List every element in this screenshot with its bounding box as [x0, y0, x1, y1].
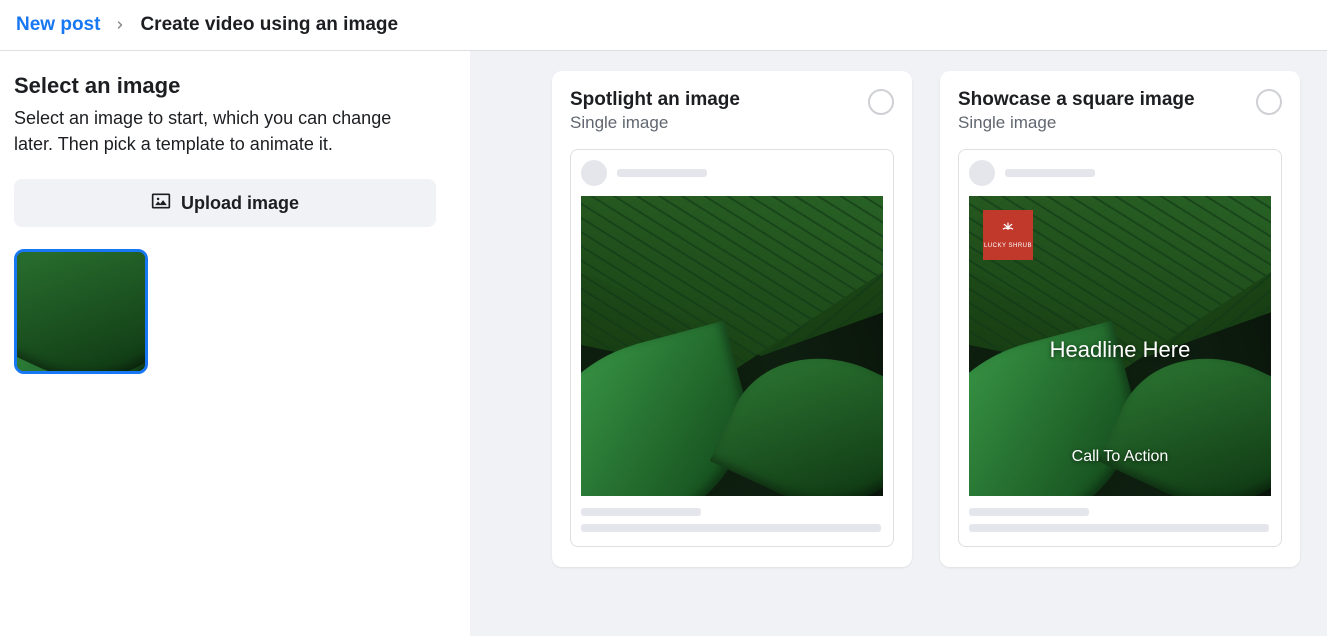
plant-image [17, 252, 145, 371]
template-title: Spotlight an image [570, 89, 740, 111]
chevron-right-icon [114, 19, 126, 31]
text-placeholder [617, 169, 707, 177]
template-radio[interactable] [868, 89, 894, 115]
template-subtitle: Single image [570, 113, 740, 133]
selected-image-thumbnail[interactable] [14, 249, 148, 374]
overlay-headline: Headline Here [969, 337, 1271, 363]
upload-image-label: Upload image [181, 193, 299, 214]
text-placeholder [581, 524, 881, 532]
template-card-showcase-square[interactable]: Showcase a square image Single image [940, 71, 1300, 567]
template-preview: LUCKY SHRUB Headline Here Call To Action [958, 149, 1282, 547]
logo-text: LUCKY SHRUB [984, 243, 1032, 249]
template-subtitle: Single image [958, 113, 1195, 133]
avatar-placeholder-icon [581, 160, 607, 186]
template-title: Showcase a square image [958, 89, 1195, 111]
text-placeholder [969, 508, 1089, 516]
text-placeholder [1005, 169, 1095, 177]
breadcrumb-current: Create video using an image [140, 14, 398, 36]
left-panel: Select an image Select an image to start… [0, 51, 470, 636]
text-placeholder [969, 524, 1269, 532]
breadcrumb-new-post-link[interactable]: New post [16, 14, 100, 36]
logo-badge: LUCKY SHRUB [983, 210, 1033, 260]
text-placeholder [581, 508, 701, 516]
template-card-spotlight[interactable]: Spotlight an image Single image [552, 71, 912, 567]
breadcrumb: New post Create video using an image [0, 0, 1327, 51]
template-radio[interactable] [1256, 89, 1282, 115]
preview-image [581, 196, 883, 496]
select-image-title: Select an image [14, 73, 454, 99]
image-icon [151, 191, 171, 216]
select-image-description: Select an image to start, which you can … [14, 105, 434, 157]
overlay-cta: Call To Action [969, 448, 1271, 466]
avatar-placeholder-icon [969, 160, 995, 186]
preview-image: LUCKY SHRUB Headline Here Call To Action [969, 196, 1271, 496]
template-preview [570, 149, 894, 547]
upload-image-button[interactable]: Upload image [14, 179, 436, 227]
template-gallery: Spotlight an image Single image [470, 51, 1327, 636]
